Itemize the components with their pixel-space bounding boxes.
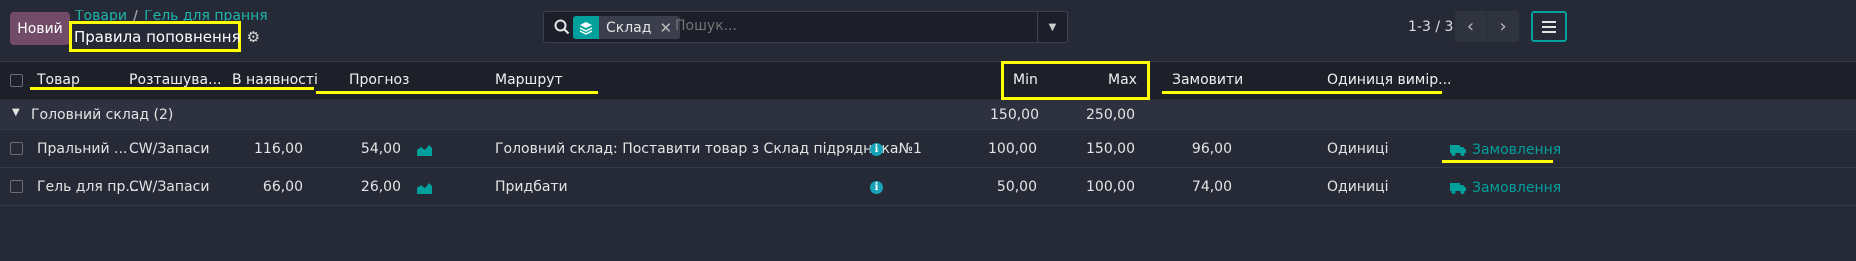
- cell-max[interactable]: 100,00: [1080, 179, 1135, 195]
- truck-icon: [1450, 183, 1466, 194]
- caret-down-icon[interactable]: ▼: [12, 107, 20, 118]
- cell-order[interactable]: 74,00: [1180, 179, 1232, 195]
- cell-order[interactable]: 96,00: [1180, 141, 1232, 157]
- page-title: Правила поповнення ⚙: [74, 28, 260, 46]
- page-title-label: Правила поповнення: [74, 28, 241, 46]
- truck-icon: [1450, 145, 1466, 156]
- search-options-toggle[interactable]: ▼: [1037, 12, 1067, 42]
- new-button[interactable]: Новий: [10, 12, 70, 45]
- area-chart-icon[interactable]: [417, 182, 432, 194]
- column-header-product[interactable]: Товар: [37, 72, 80, 88]
- highlight-underline-2: [316, 91, 598, 94]
- order-once-button[interactable]: Замовлення: [1450, 142, 1561, 158]
- cell-forecast: 54,00: [360, 141, 401, 157]
- group-label: Головний склад (2): [31, 107, 174, 123]
- chevron-right-icon[interactable]: ›: [1487, 11, 1519, 42]
- info-icon[interactable]: i: [870, 181, 883, 194]
- column-header-order[interactable]: Замовити: [1172, 72, 1243, 88]
- caret-down-icon: ▼: [1048, 21, 1057, 33]
- column-header-location[interactable]: Розташува...: [129, 72, 221, 88]
- cell-on-hand: 116,00: [254, 141, 303, 157]
- table-row[interactable]: Гель для пр... CW/Запаси 66,00 26,00 При…: [0, 168, 1856, 206]
- highlight-underline-4: [1442, 160, 1553, 163]
- column-header-forecast[interactable]: Прогноз: [349, 72, 410, 88]
- info-icon[interactable]: i: [870, 143, 883, 156]
- cell-min[interactable]: 50,00: [985, 179, 1037, 195]
- column-header-uom[interactable]: Одиниця вимір...: [1327, 72, 1452, 88]
- order-once-button[interactable]: Замовлення: [1450, 180, 1561, 196]
- control-panel: Новий Товари / Гель для прання Правила поп…: [0, 0, 1856, 70]
- row-checkbox[interactable]: [10, 142, 23, 155]
- row-checkbox[interactable]: [10, 180, 23, 193]
- group-row[interactable]: ▼ Головний склад (2) 150,00 250,00: [0, 100, 1856, 130]
- cell-forecast: 26,00: [360, 179, 401, 195]
- area-chart-icon[interactable]: [417, 144, 432, 156]
- list-icon: [1542, 20, 1556, 33]
- gear-icon[interactable]: ⚙: [247, 28, 260, 46]
- cell-location[interactable]: CW/Запаси: [129, 179, 209, 195]
- facet-label: Склад: [606, 19, 652, 36]
- cell-product[interactable]: Пральний ...: [37, 141, 127, 157]
- order-label: Замовлення: [1472, 142, 1562, 158]
- pager-buttons: ‹ ›: [1455, 11, 1519, 42]
- cell-route[interactable]: Головний склад: Поставити товар з Склад …: [495, 141, 922, 157]
- search-icon[interactable]: [554, 18, 570, 36]
- cell-uom[interactable]: Одиниці: [1327, 141, 1388, 157]
- pager-value[interactable]: 1-3 / 3: [1408, 19, 1453, 35]
- cell-min[interactable]: 100,00: [985, 141, 1037, 157]
- cell-uom[interactable]: Одиниці: [1327, 179, 1388, 195]
- search-facet: Склад ✕: [573, 16, 681, 39]
- select-all-checkbox[interactable]: [10, 74, 23, 87]
- cell-on-hand: 66,00: [262, 179, 303, 195]
- column-header-route[interactable]: Маршрут: [495, 72, 563, 88]
- group-min: 150,00: [990, 107, 1039, 123]
- highlight-underline-1: [30, 87, 314, 90]
- search-input[interactable]: [675, 18, 1015, 34]
- order-label: Замовлення: [1472, 180, 1562, 196]
- cell-max[interactable]: 150,00: [1080, 141, 1135, 157]
- group-max: 250,00: [1086, 107, 1135, 123]
- cell-location[interactable]: CW/Запаси: [129, 141, 209, 157]
- highlight-underline-3: [1162, 91, 1442, 94]
- highlight-box-min-max: [1001, 61, 1150, 100]
- cell-route[interactable]: Придбати: [495, 179, 568, 195]
- list-footer: [0, 207, 1856, 261]
- table-header: Товар Розташува... В наявності Прогноз М…: [0, 61, 1856, 99]
- list-view-button[interactable]: [1531, 11, 1567, 42]
- table-row[interactable]: Пральний ... CW/Запаси 116,00 54,00 Голо…: [0, 130, 1856, 168]
- layers-icon: [573, 16, 599, 39]
- chevron-left-icon[interactable]: ‹: [1455, 11, 1487, 42]
- column-header-on-hand[interactable]: В наявності: [232, 72, 318, 88]
- cell-product[interactable]: Гель для пр...: [37, 179, 139, 195]
